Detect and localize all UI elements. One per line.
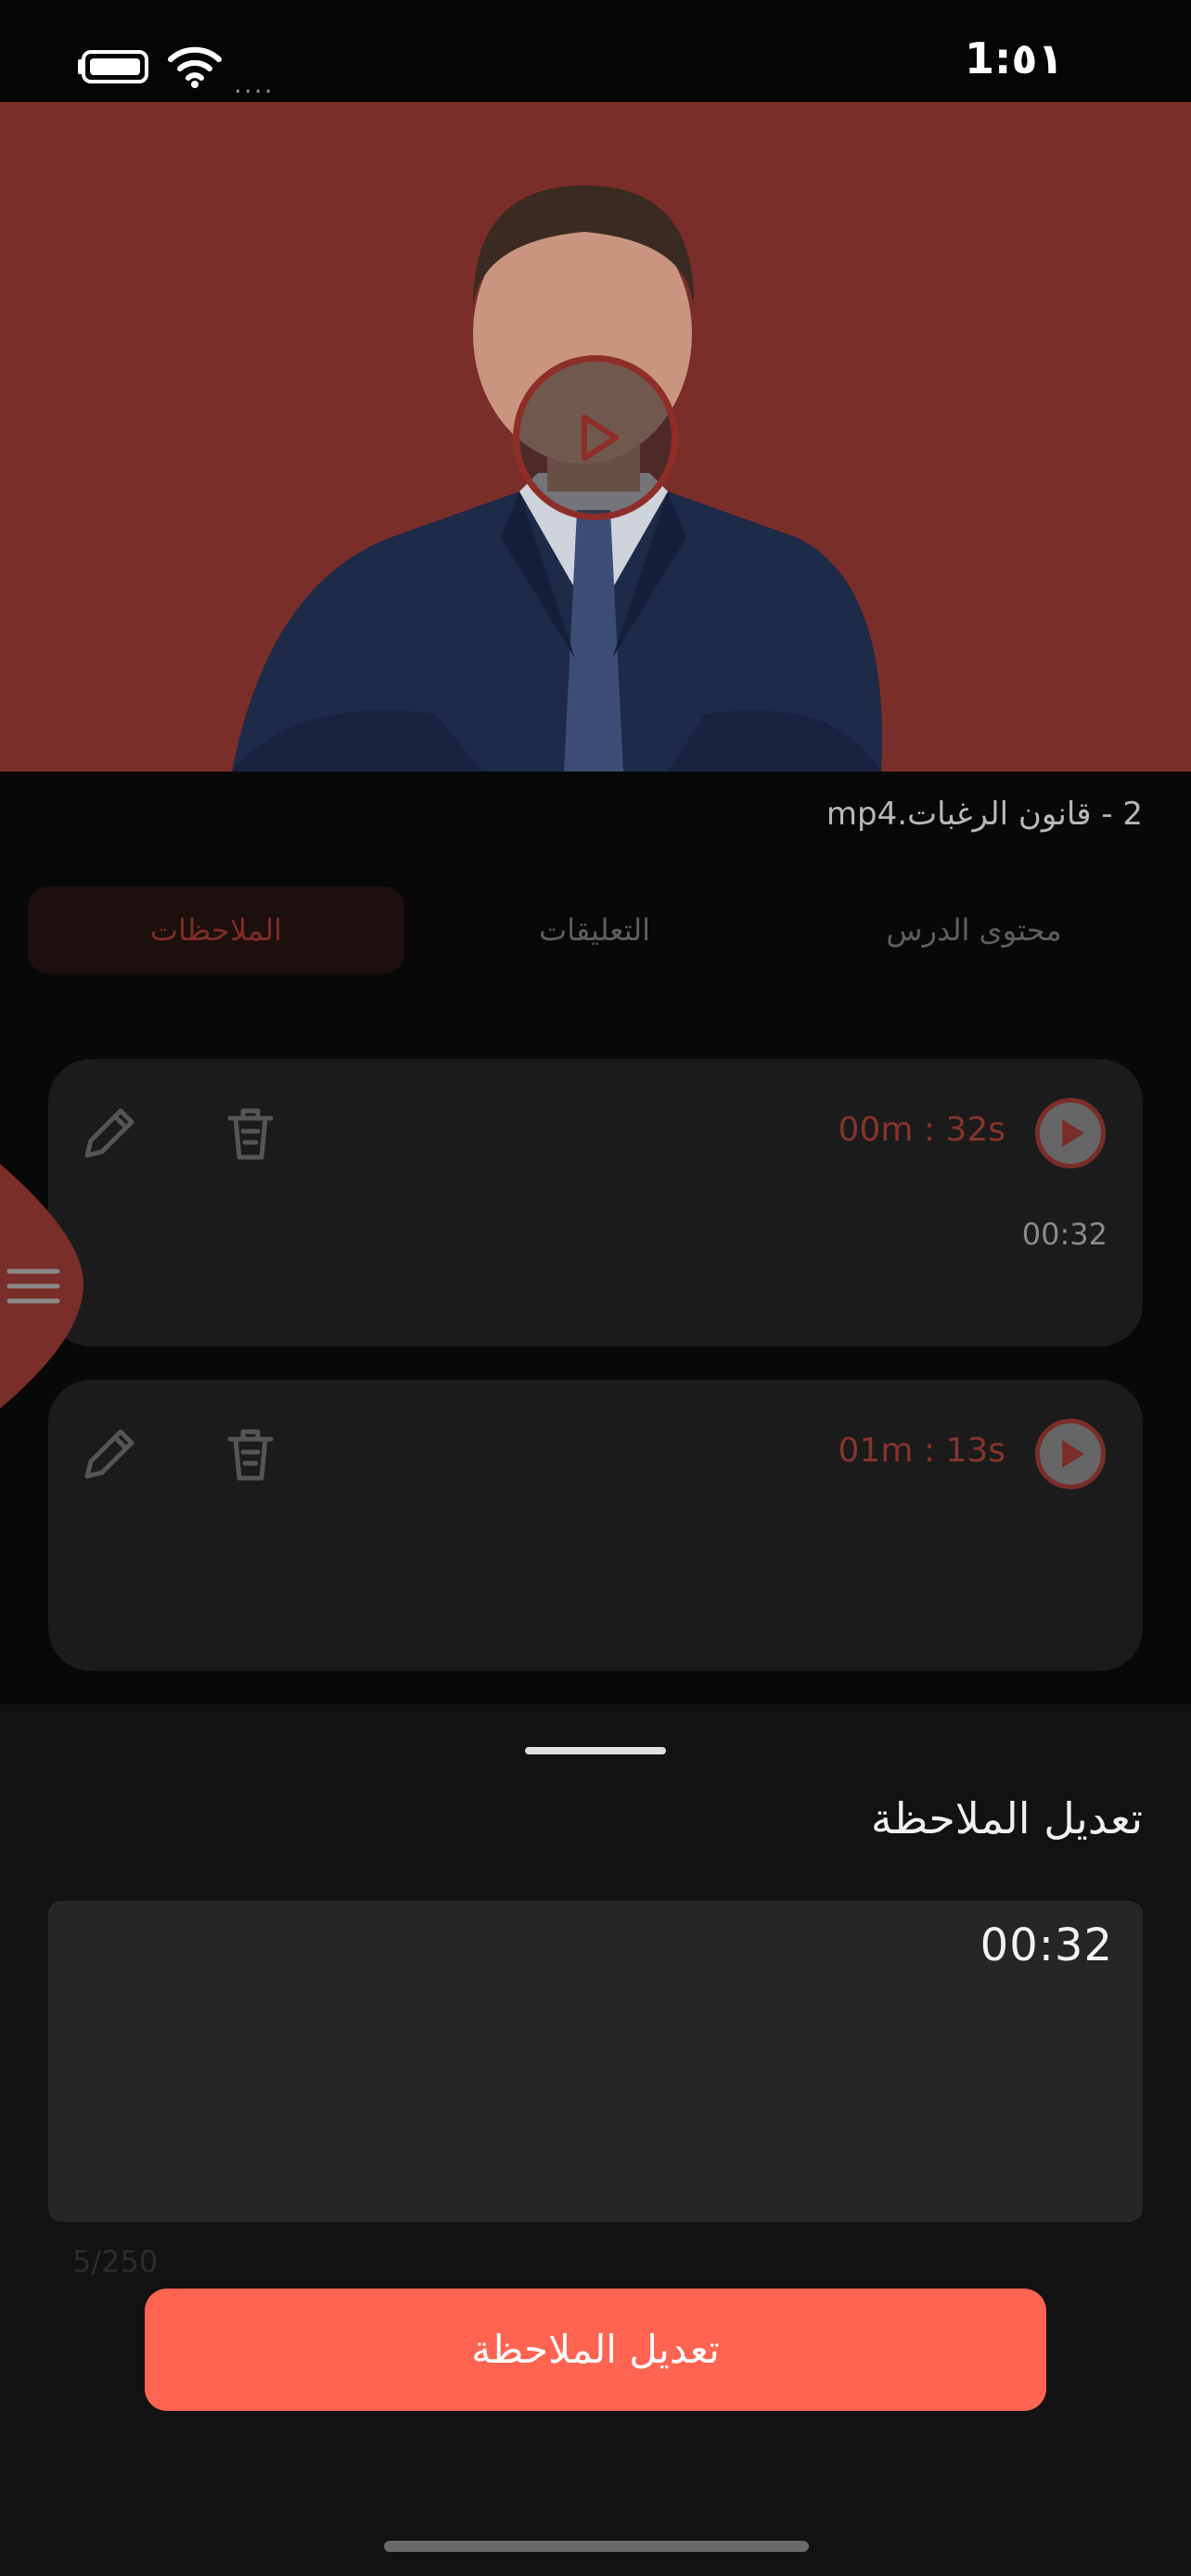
note-play-button[interactable] — [1035, 1419, 1106, 1489]
battery-icon — [82, 50, 148, 83]
trash-icon[interactable] — [221, 1424, 280, 1484]
edit-note-button[interactable]: تعديل الملاحظة — [145, 2289, 1046, 2411]
pencil-icon[interactable] — [80, 1424, 139, 1484]
clock: 1:٥١ — [965, 33, 1064, 83]
tab-lesson-content[interactable]: محتوى الدرس — [785, 886, 1163, 974]
note-text: 00:32 — [1021, 1217, 1108, 1252]
pencil-icon[interactable] — [80, 1103, 139, 1163]
note-card — [48, 1059, 1143, 1346]
drawer-toggle[interactable] — [0, 1164, 85, 1409]
note-text-value[interactable]: 00:32 — [0, 1919, 1113, 1971]
tab-comments[interactable]: التعليقات — [406, 886, 783, 974]
sheet-title: تعديل الملاحظة — [870, 1793, 1143, 1843]
note-timestamp: 01m : 13s — [838, 1432, 1005, 1470]
sheet-drag-handle[interactable] — [525, 1747, 666, 1754]
note-card — [48, 1380, 1143, 1671]
note-play-button[interactable] — [1035, 1098, 1106, 1168]
play-overlay-button[interactable] — [513, 355, 678, 520]
tab-notes[interactable]: الملاحظات — [28, 886, 404, 974]
char-counter: 5/250 — [72, 2244, 159, 2279]
signal-indicator: .... — [234, 69, 275, 99]
note-timestamp: 00m : 32s — [838, 1111, 1005, 1149]
home-indicator — [384, 2541, 809, 2552]
battery-cap — [78, 59, 83, 74]
play-icon — [582, 414, 619, 461]
video-title: 2 - قانون الرغبات.mp4 — [826, 796, 1143, 833]
trash-icon[interactable] — [221, 1103, 280, 1163]
wifi-icon — [168, 46, 222, 88]
